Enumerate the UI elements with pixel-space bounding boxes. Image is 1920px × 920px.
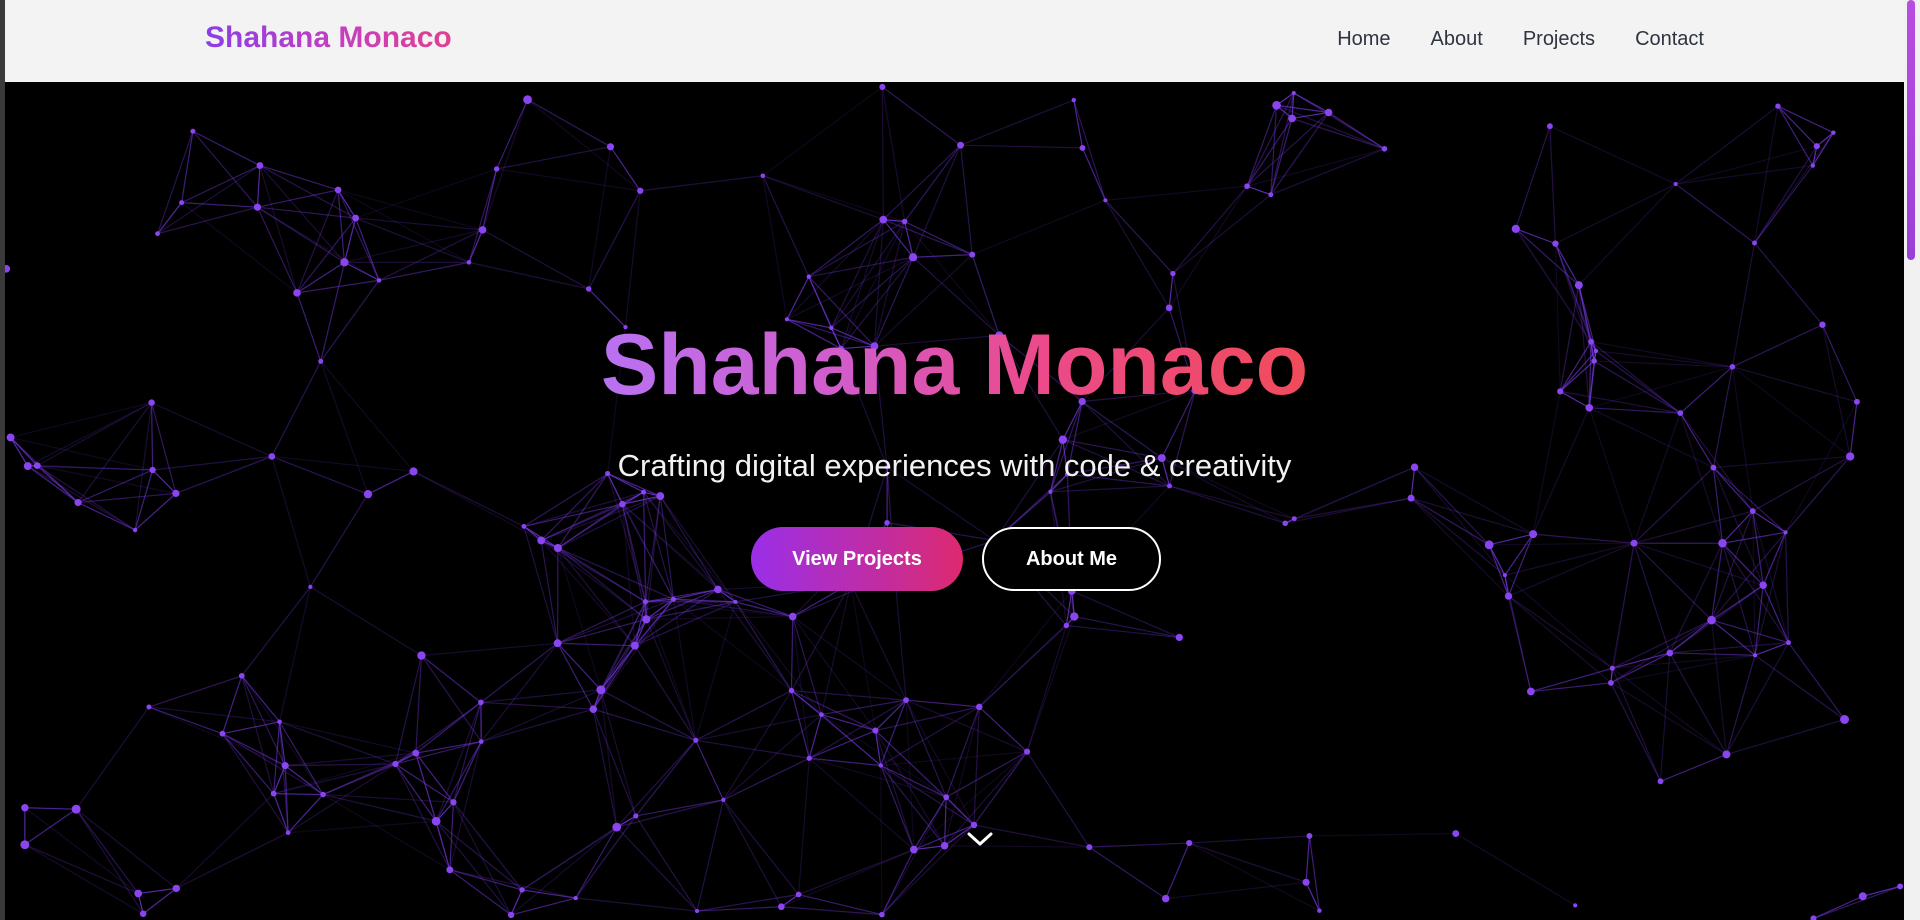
hero-section: Shahana Monaco Crafting digital experien… xyxy=(5,0,1904,920)
brand-logo[interactable]: Shahana Monaco xyxy=(205,21,452,55)
nav-link-contact[interactable]: Contact xyxy=(1635,28,1704,51)
nav-link-projects[interactable]: Projects xyxy=(1523,28,1595,51)
navbar: Shahana Monaco Home About Projects Conta… xyxy=(5,0,1904,82)
scrollbar-thumb[interactable] xyxy=(1907,0,1915,260)
about-me-button[interactable]: About Me xyxy=(982,527,1161,591)
hero-subtitle: Crafting digital experiences with code &… xyxy=(617,448,1292,483)
nav-link-home[interactable]: Home xyxy=(1337,28,1390,51)
hero-title-text: Shahana Monaco xyxy=(600,317,1309,413)
hero-title: Shahana Monaco xyxy=(5,322,1904,408)
chevron-down-icon[interactable] xyxy=(965,828,995,850)
page-scrollbar[interactable] xyxy=(1904,0,1920,920)
view-projects-button[interactable]: View Projects xyxy=(751,527,963,591)
page-viewport: Shahana Monaco Home About Projects Conta… xyxy=(5,0,1904,920)
window-edge xyxy=(0,0,5,920)
nav-link-about[interactable]: About xyxy=(1431,28,1483,51)
nav-links: Home About Projects Contact xyxy=(1337,28,1704,51)
